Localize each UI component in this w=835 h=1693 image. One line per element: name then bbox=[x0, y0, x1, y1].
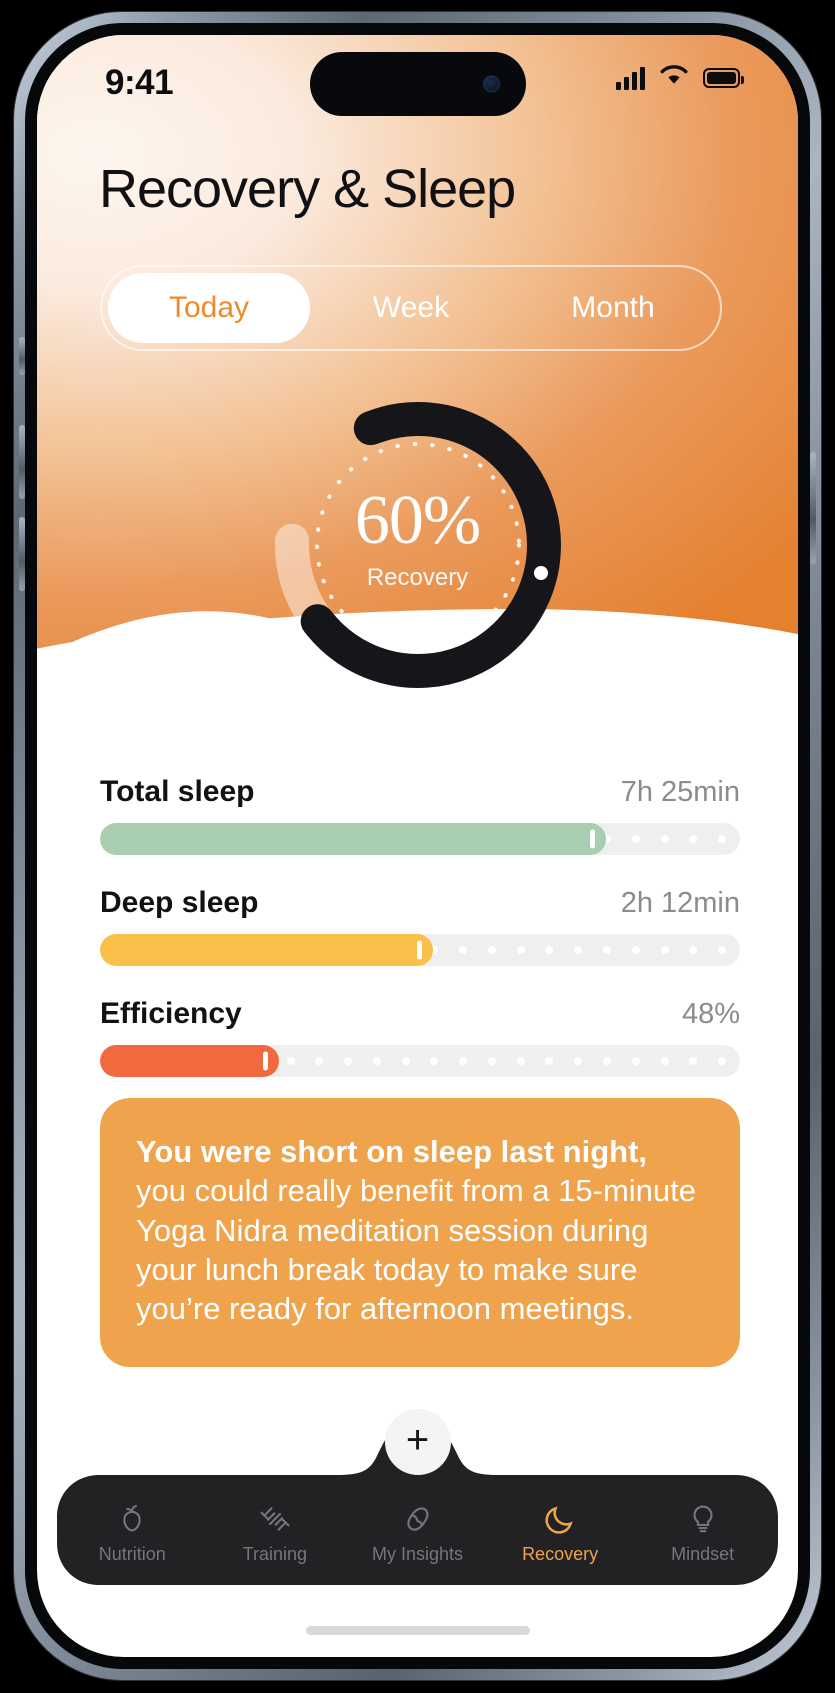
dynamic-island bbox=[309, 52, 526, 116]
metric-deep-sleep: Deep sleep 2h 12min bbox=[100, 886, 740, 966]
sleep-metrics-list: Total sleep 7h 25min Deep sleep 2h 12min bbox=[100, 775, 740, 1108]
mute-switch[interactable] bbox=[19, 337, 25, 375]
apple-icon bbox=[115, 1502, 149, 1536]
nav-item-training[interactable]: Training bbox=[204, 1502, 347, 1565]
battery-full-icon bbox=[703, 67, 744, 88]
nav-item-nutrition[interactable]: Nutrition bbox=[61, 1502, 204, 1565]
time-range-segmented-control[interactable]: Today Week Month bbox=[100, 265, 722, 351]
metric-progress-knob bbox=[589, 829, 595, 849]
home-indicator[interactable] bbox=[305, 1626, 530, 1635]
gauge-value: 60% bbox=[354, 482, 481, 559]
nav-label: Nutrition bbox=[98, 1543, 166, 1564]
nav-label: Training bbox=[242, 1543, 308, 1564]
segment-today[interactable]: Today bbox=[108, 273, 310, 343]
plus-icon: + bbox=[405, 1418, 430, 1462]
power-button[interactable] bbox=[810, 452, 816, 564]
segment-month[interactable]: Month bbox=[512, 273, 714, 343]
phone-screen: 9:41 Recovery & Sleep Today Week Month 6… bbox=[37, 35, 798, 1657]
volume-down-button[interactable] bbox=[19, 517, 25, 591]
bottom-nav-items: Nutrition Training My Insights Recovery … bbox=[37, 1477, 798, 1589]
metric-progress-knob bbox=[263, 1051, 269, 1071]
metric-progress-fill bbox=[100, 1045, 280, 1077]
status-bar: 9:41 bbox=[37, 35, 798, 131]
metric-value: 7h 25min bbox=[620, 776, 740, 808]
moon-icon bbox=[543, 1502, 577, 1536]
front-camera-icon bbox=[482, 75, 500, 93]
lightbulb-icon bbox=[686, 1502, 720, 1536]
cellular-signal-icon bbox=[616, 66, 645, 90]
metric-label: Deep sleep bbox=[100, 886, 259, 919]
metric-progress-bar[interactable] bbox=[100, 823, 740, 855]
gauge-label: Recovery bbox=[366, 564, 469, 591]
metric-progress-fill bbox=[100, 823, 606, 855]
metric-value: 2h 12min bbox=[620, 887, 740, 919]
insight-card[interactable]: You were short on sleep last night, you … bbox=[100, 1098, 740, 1367]
metric-progress-fill bbox=[100, 934, 433, 966]
insight-text: You were short on sleep last night, you … bbox=[136, 1132, 704, 1329]
metric-total-sleep: Total sleep 7h 25min bbox=[100, 775, 740, 855]
metric-efficiency: Efficiency 48% bbox=[100, 997, 740, 1077]
metric-value: 48% bbox=[681, 998, 740, 1030]
metric-progress-knob bbox=[416, 940, 422, 960]
metric-label: Efficiency bbox=[100, 997, 242, 1030]
insight-rest-text: you could really benefit from a 15-minut… bbox=[136, 1173, 697, 1327]
nav-item-my-insights[interactable]: My Insights bbox=[346, 1502, 489, 1565]
metric-label: Total sleep bbox=[100, 775, 255, 808]
add-button[interactable]: + bbox=[384, 1409, 451, 1475]
nav-item-mindset[interactable]: Mindset bbox=[631, 1502, 774, 1565]
phone-bezel: 9:41 Recovery & Sleep Today Week Month 6… bbox=[25, 23, 810, 1669]
segment-week[interactable]: Week bbox=[310, 273, 512, 343]
phone-frame: 9:41 Recovery & Sleep Today Week Month 6… bbox=[14, 12, 821, 1680]
brain-icon bbox=[400, 1502, 434, 1536]
dumbbell-icon bbox=[258, 1502, 292, 1536]
wifi-icon bbox=[658, 63, 690, 92]
status-bar-icons bbox=[616, 63, 744, 92]
bottom-navigation: + Nutrition Training My Insights Recover… bbox=[37, 1409, 798, 1589]
metric-progress-bar[interactable] bbox=[100, 1045, 740, 1077]
volume-up-button[interactable] bbox=[19, 425, 25, 499]
nav-label: Mindset bbox=[671, 1543, 735, 1564]
nav-label: My Insights bbox=[371, 1543, 463, 1564]
status-bar-time: 9:41 bbox=[105, 63, 174, 102]
nav-label: Recovery bbox=[522, 1543, 599, 1564]
recovery-ring-gauge: 60% Recovery bbox=[263, 390, 573, 700]
nav-item-recovery[interactable]: Recovery bbox=[489, 1502, 632, 1565]
insight-bold-text: You were short on sleep last night, bbox=[136, 1134, 648, 1169]
metric-progress-bar[interactable] bbox=[100, 934, 740, 966]
page-title: Recovery & Sleep bbox=[99, 159, 516, 219]
gauge-center-labels: 60% Recovery bbox=[263, 486, 573, 592]
